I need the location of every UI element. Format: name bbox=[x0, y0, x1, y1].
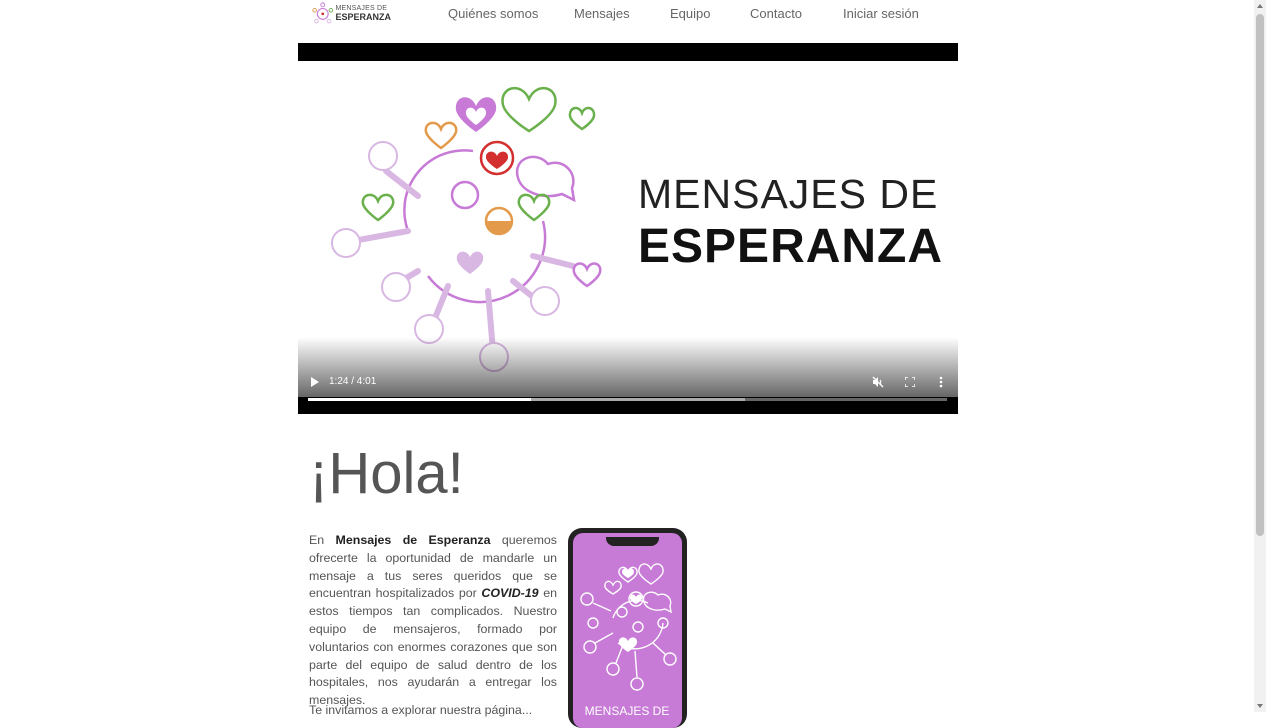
scroll-up-icon[interactable] bbox=[1257, 4, 1263, 8]
intro-text-1: En bbox=[309, 533, 336, 547]
phone-virus-illustration bbox=[580, 563, 677, 691]
video-title-line1: MENSAJES DE bbox=[638, 171, 939, 217]
nav-link-contacto[interactable]: Contacto bbox=[750, 6, 802, 21]
nav-link-equipo[interactable]: Equipo bbox=[670, 6, 710, 21]
intro-paragraph: En Mensajes de Esperanza queremos ofrece… bbox=[309, 532, 557, 710]
phone-screen: MENSAJES DE bbox=[573, 533, 682, 728]
video-time: 1:24 / 4:01 bbox=[329, 376, 377, 387]
site-header: MENSAJES DE ESPERANZA Quiénes somos Mens… bbox=[0, 0, 1254, 36]
mute-icon[interactable] bbox=[872, 376, 884, 388]
nav-link-mensajes[interactable]: Mensajes bbox=[574, 6, 630, 21]
brand-name: Mensajes de Esperanza bbox=[335, 533, 491, 547]
covid-term: COVID-19 bbox=[481, 586, 539, 601]
scrollbar-thumb[interactable] bbox=[1256, 14, 1264, 536]
scroll-down-icon[interactable] bbox=[1257, 704, 1263, 708]
progress-played bbox=[308, 398, 531, 401]
video-frame[interactable]: MENSAJES DE ESPERANZA bbox=[298, 61, 958, 397]
invite-paragraph: Te invitamos a explorar nuestra página..… bbox=[309, 703, 533, 717]
page-heading: ¡Hola! bbox=[309, 441, 464, 506]
phone-title: MENSAJES DE bbox=[584, 704, 670, 718]
video-progress-bar[interactable] bbox=[308, 398, 947, 401]
video-player[interactable]: MENSAJES DE ESPERANZA 1:24 / 4:01 bbox=[298, 43, 958, 414]
fullscreen-icon[interactable] bbox=[905, 377, 915, 387]
more-options-icon[interactable] bbox=[939, 376, 943, 388]
page-scrollbar[interactable] bbox=[1254, 0, 1266, 712]
video-title-line2: ESPERANZA bbox=[638, 220, 944, 273]
intro-text-3: en estos tiempos tan complicados. Nuestr… bbox=[309, 586, 557, 708]
video-controls: 1:24 / 4:01 bbox=[298, 371, 958, 395]
play-icon[interactable] bbox=[310, 377, 320, 387]
main-nav: Quiénes somos Mensajes Equipo Contacto I… bbox=[0, 6, 1254, 26]
nav-link-quienes-somos[interactable]: Quiénes somos bbox=[448, 6, 538, 21]
phone-mockup: MENSAJES DE bbox=[568, 528, 687, 728]
nav-link-iniciar-sesion[interactable]: Iniciar sesión bbox=[843, 6, 919, 21]
